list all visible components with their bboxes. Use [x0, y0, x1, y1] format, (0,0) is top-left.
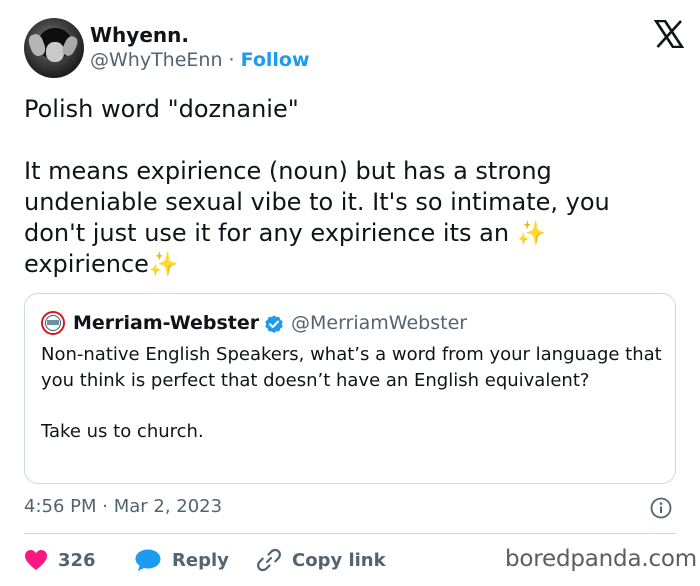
merriam-webster-logo-icon — [41, 311, 65, 335]
heart-icon — [25, 550, 47, 570]
quote-display-name: Merriam-Webster — [73, 312, 260, 334]
follow-button[interactable]: Follow — [241, 49, 310, 71]
tweet-timestamp[interactable]: 4:56 PM · Mar 2, 2023 — [24, 496, 222, 517]
quote-handle: @MerriamWebster — [291, 312, 468, 334]
divider — [24, 533, 676, 534]
speech-bubble-icon — [135, 549, 161, 571]
reply-button[interactable]: Reply — [134, 546, 229, 574]
tweet-header: Whyenn. @WhyTheEnn · Follow — [24, 18, 684, 80]
copy-link-label: Copy link — [292, 549, 386, 571]
author-handle-line: @WhyTheEnn · Follow — [90, 49, 310, 71]
watermark: boredpanda.com — [505, 546, 697, 572]
reply-label: Reply — [172, 549, 229, 571]
verified-badge-icon — [265, 315, 283, 333]
like-button[interactable]: 326 — [24, 546, 96, 574]
author-handle[interactable]: @WhyTheEnn — [90, 49, 223, 71]
quoted-tweet[interactable]: Merriam-Webster @MerriamWebster Non-nati… — [24, 293, 676, 484]
separator-dot: · — [228, 49, 235, 71]
tweet-text: Polish word "doznanie" It means expirien… — [24, 95, 610, 278]
quote-text: Non-native English Speakers, what’s a wo… — [41, 344, 662, 442]
author-display-name[interactable]: Whyenn. — [90, 23, 189, 47]
copy-link-button[interactable]: Copy link — [256, 546, 386, 574]
x-logo-icon[interactable] — [654, 20, 684, 48]
link-icon — [257, 548, 281, 572]
author-avatar[interactable] — [24, 18, 84, 78]
like-count: 326 — [58, 549, 96, 571]
info-icon[interactable] — [650, 497, 672, 519]
